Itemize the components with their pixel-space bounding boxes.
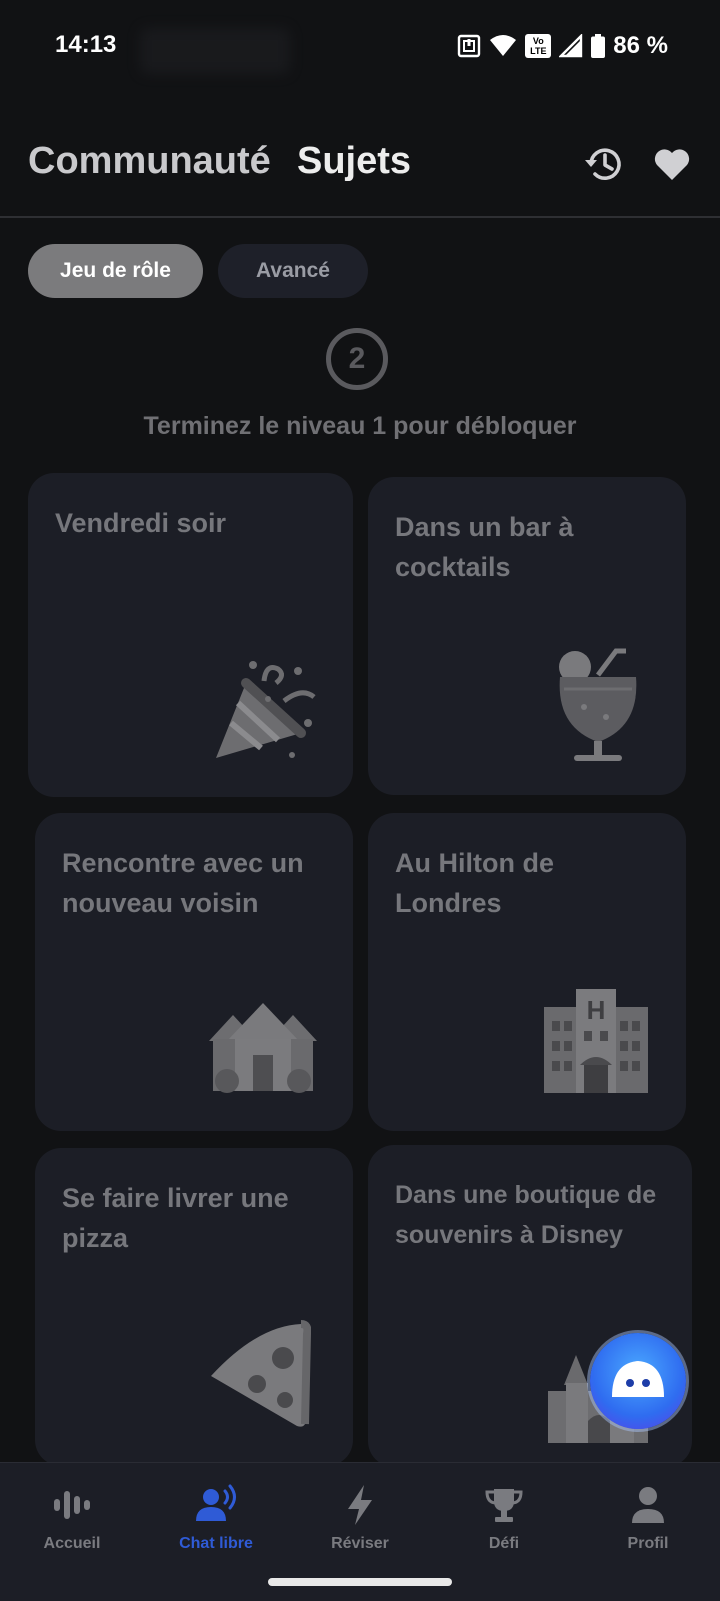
nav-challenge[interactable]: Défi: [434, 1483, 574, 1553]
ai-assistant-button[interactable]: [590, 1333, 686, 1429]
wifi-icon: [490, 35, 517, 56]
topic-card-new-neighbor[interactable]: Rencontre avec un nouveau voisin: [35, 813, 353, 1131]
filter-chip-advanced[interactable]: Avancé: [218, 244, 368, 298]
status-bar: 14:13 Vo LTE 86 %: [0, 0, 720, 92]
nfc-icon: [458, 34, 481, 58]
topic-card-pizza-delivery[interactable]: Se faire livrer une pizza: [35, 1148, 353, 1466]
status-notification-blur: [140, 28, 290, 74]
speaking-person-icon: [196, 1484, 236, 1521]
pizza-icon: [211, 1320, 311, 1427]
cocktail-icon: [559, 648, 637, 761]
hotel-sign: H: [587, 995, 606, 1025]
houses-icon: [209, 1003, 317, 1093]
nav-label: Réviser: [331, 1535, 389, 1552]
topic-card-label: Rencontre avec un nouveau voisin: [62, 848, 304, 918]
hotel-icon: H: [544, 989, 648, 1093]
topic-card-label: Vendredi soir: [55, 508, 227, 538]
voice-wave-icon: [54, 1491, 90, 1519]
filter-chip-roleplay[interactable]: Jeu de rôle: [28, 244, 203, 298]
topic-card-cocktail-bar[interactable]: Dans un bar à cocktails: [368, 477, 686, 795]
nav-free-chat[interactable]: Chat libre: [146, 1483, 286, 1553]
nav-label: Chat libre: [179, 1535, 253, 1552]
nav-review[interactable]: Réviser: [290, 1483, 430, 1553]
unlock-message: Terminez le niveau 1 pour débloquer: [143, 412, 577, 440]
lightning-icon: [348, 1485, 372, 1525]
topic-card-label: Se faire livrer une pizza: [62, 1183, 289, 1253]
level-badge: 2: [326, 328, 388, 390]
nav-profile[interactable]: Profil: [578, 1483, 718, 1553]
person-icon: [632, 1487, 664, 1523]
volte-icon: Vo LTE: [525, 34, 552, 58]
battery-icon: [591, 34, 606, 58]
status-time: 14:13: [55, 31, 117, 58]
history-icon[interactable]: [583, 144, 623, 184]
nav-label: Accueil: [43, 1535, 101, 1552]
topic-card-label: Au Hilton de Londres: [395, 848, 554, 918]
nav-label: Défi: [488, 1535, 520, 1552]
home-indicator[interactable]: [268, 1578, 452, 1586]
trophy-icon: [485, 1489, 523, 1522]
topic-card-friday-night[interactable]: Vendredi soir: [28, 473, 353, 797]
topic-card-label: Dans une boutique de souvenirs à Disney: [395, 1181, 657, 1249]
top-header: Communauté Sujets: [0, 132, 720, 218]
topic-card-label: Dans un bar à cocktails: [395, 512, 574, 582]
heart-icon[interactable]: [652, 144, 692, 184]
party-popper-icon: [216, 661, 316, 758]
robot-face-icon: [612, 1361, 664, 1397]
nav-label: Profil: [627, 1535, 669, 1552]
topic-card-hilton-london[interactable]: Au Hilton de Londres H: [368, 813, 686, 1131]
tab-community[interactable]: Communauté: [28, 140, 271, 183]
nav-home[interactable]: Accueil: [2, 1483, 142, 1553]
tab-topics[interactable]: Sujets: [297, 140, 411, 183]
signal-icon: [559, 34, 583, 58]
battery-percent: 86 %: [613, 32, 668, 59]
